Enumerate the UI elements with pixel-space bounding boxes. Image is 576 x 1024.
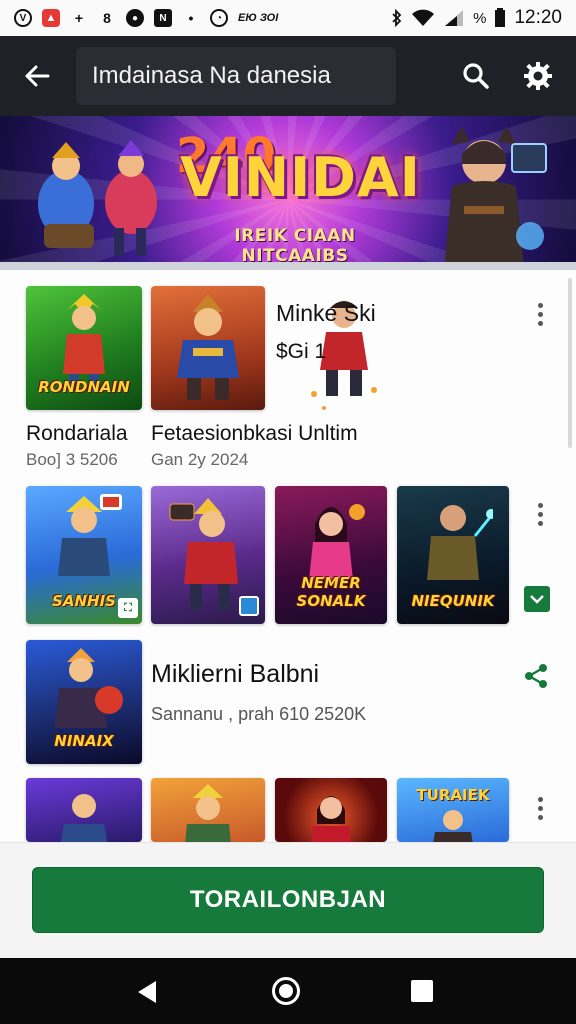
nav-recents-icon[interactable] <box>411 980 433 1002</box>
game-title-2[interactable]: Fetaesionbkasi Unltim <box>151 422 358 446</box>
featured-thumbnail[interactable]: NINAIX <box>26 640 142 764</box>
hero-figure <box>427 505 493 580</box>
thumbnail-label: TURAIEK <box>416 786 490 804</box>
banner-heroes-left <box>38 140 157 256</box>
game-thumbnail-row2-2[interactable] <box>151 486 265 624</box>
game-title-3[interactable]: Minke Ski <box>276 300 376 327</box>
game-meta-2: Gan 2y 2024 <box>151 450 249 469</box>
game-title-1[interactable]: Rondariala <box>26 422 128 446</box>
signal-icon <box>445 10 464 26</box>
nav-home-icon[interactable] <box>272 977 300 1005</box>
title-search-field[interactable]: Imdainasa Na danesia <box>76 47 396 105</box>
battery-percent-icon: % <box>473 9 487 27</box>
hero-figure <box>311 796 351 842</box>
more-options-button[interactable] <box>528 788 552 828</box>
promo-banner[interactable]: 240 VINIDAI IREIK CIAAN NITCAAIBS <box>0 116 576 268</box>
game-thumbnail-1[interactable]: RONDNAIN <box>26 286 142 410</box>
game-thumbnail-row2-1[interactable]: SANHIS ⛶ <box>26 486 142 624</box>
hero-figure <box>55 648 123 728</box>
status-bar: V ▲ + 8 ● N • ◔ ЕЮ ЗОI % 12:20 <box>0 0 576 36</box>
gear-icon <box>524 62 552 90</box>
hero-figure <box>177 294 239 400</box>
hero-figure <box>169 498 238 610</box>
game-thumbnail-row4-2[interactable] <box>151 778 265 842</box>
bluetooth-icon <box>392 9 402 27</box>
thumbnail-label: NIEQUNIK <box>411 592 495 610</box>
search-icon <box>463 63 489 89</box>
back-button[interactable] <box>18 57 56 95</box>
game-thumbnail-row2-4[interactable]: NIEQUNIK <box>397 486 509 624</box>
share-button[interactable] <box>522 662 550 690</box>
banner-title: VINIDAI <box>180 146 421 209</box>
more-options-button[interactable] <box>528 294 552 334</box>
game-thumbnail-2[interactable] <box>151 286 265 410</box>
game-thumbnail-row4-3[interactable] <box>275 778 387 842</box>
hero-figure <box>309 504 365 580</box>
game-meta-1: Boo] 3 5206 <box>26 450 118 469</box>
camera-icon: ◔ <box>210 9 228 27</box>
thumbnail-label: NINAIX <box>54 732 114 750</box>
app-badge-icon: ⛶ <box>118 598 138 618</box>
hero-figure <box>433 810 473 842</box>
arrow-left-icon <box>25 65 50 87</box>
thumbnail-label: RONDNAIN <box>38 378 130 396</box>
app-screen: V ▲ + 8 ● N • ◔ ЕЮ ЗОI % 12:20 Imdainasa… <box>0 0 576 1024</box>
featured-meta: Sannanu , prah 610 2520K <box>151 704 367 724</box>
wave-icon: 8 <box>103 10 111 26</box>
game-thumbnail-row4-1[interactable] <box>26 778 142 842</box>
settings-button[interactable] <box>518 56 558 96</box>
hero-figure <box>58 494 122 576</box>
expand-checkbox[interactable] <box>524 586 550 612</box>
plus-icon: + <box>74 10 84 26</box>
wifi-icon <box>412 9 435 26</box>
primary-action-button[interactable]: TORAILONBJAN <box>32 867 544 933</box>
bottom-action-panel: TORAILONBJAN <box>0 842 576 958</box>
game-thumbnail-row4-4[interactable]: TURAIEK <box>397 778 509 842</box>
toolbar-title: Imdainasa Na danesia <box>92 62 331 89</box>
game-thumbnail-row2-3[interactable]: NEMER SONALK <box>275 486 387 624</box>
scrollbar[interactable] <box>568 278 572 448</box>
share-icon <box>525 664 547 688</box>
red-app-icon: ▲ <box>42 9 60 27</box>
banner-hero-right <box>444 126 547 268</box>
hero-figure <box>185 784 231 842</box>
app-toolbar: Imdainasa Na danesia <box>0 36 576 116</box>
notification-icons: V ▲ + 8 ● N • ◔ ЕЮ ЗОI <box>14 9 278 27</box>
search-button[interactable] <box>456 56 496 96</box>
status-small-text: ЕЮ ЗОI <box>238 12 279 24</box>
record-icon: ● <box>126 9 144 27</box>
game-meta-3: $Gi 1 <box>276 340 327 363</box>
system-icons: % 12:20 <box>391 7 562 29</box>
featured-title[interactable]: Miklierni Balbni <box>151 660 319 689</box>
n-app-icon: N <box>154 9 172 27</box>
banner-divider <box>0 262 576 270</box>
chevron-down-icon <box>530 595 544 604</box>
banner-subtitle: IREIK CIAAN NITCAAIBS <box>234 226 356 266</box>
game-list: RONDNAIN Minke Ski $Gi 1 Rondariala Boo]… <box>0 270 576 842</box>
v-circle-icon: V <box>14 9 32 27</box>
app-badge-icon <box>239 596 259 616</box>
nav-back-icon[interactable] <box>136 980 158 1004</box>
clock: 12:20 <box>514 7 562 28</box>
battery-icon <box>495 8 506 27</box>
more-options-button[interactable] <box>528 494 552 534</box>
thumbnail-label: NEMER SONALK <box>296 574 366 610</box>
navigation-bar <box>0 958 576 1024</box>
hero-figure <box>60 794 108 842</box>
dot-icon: • <box>188 10 194 26</box>
